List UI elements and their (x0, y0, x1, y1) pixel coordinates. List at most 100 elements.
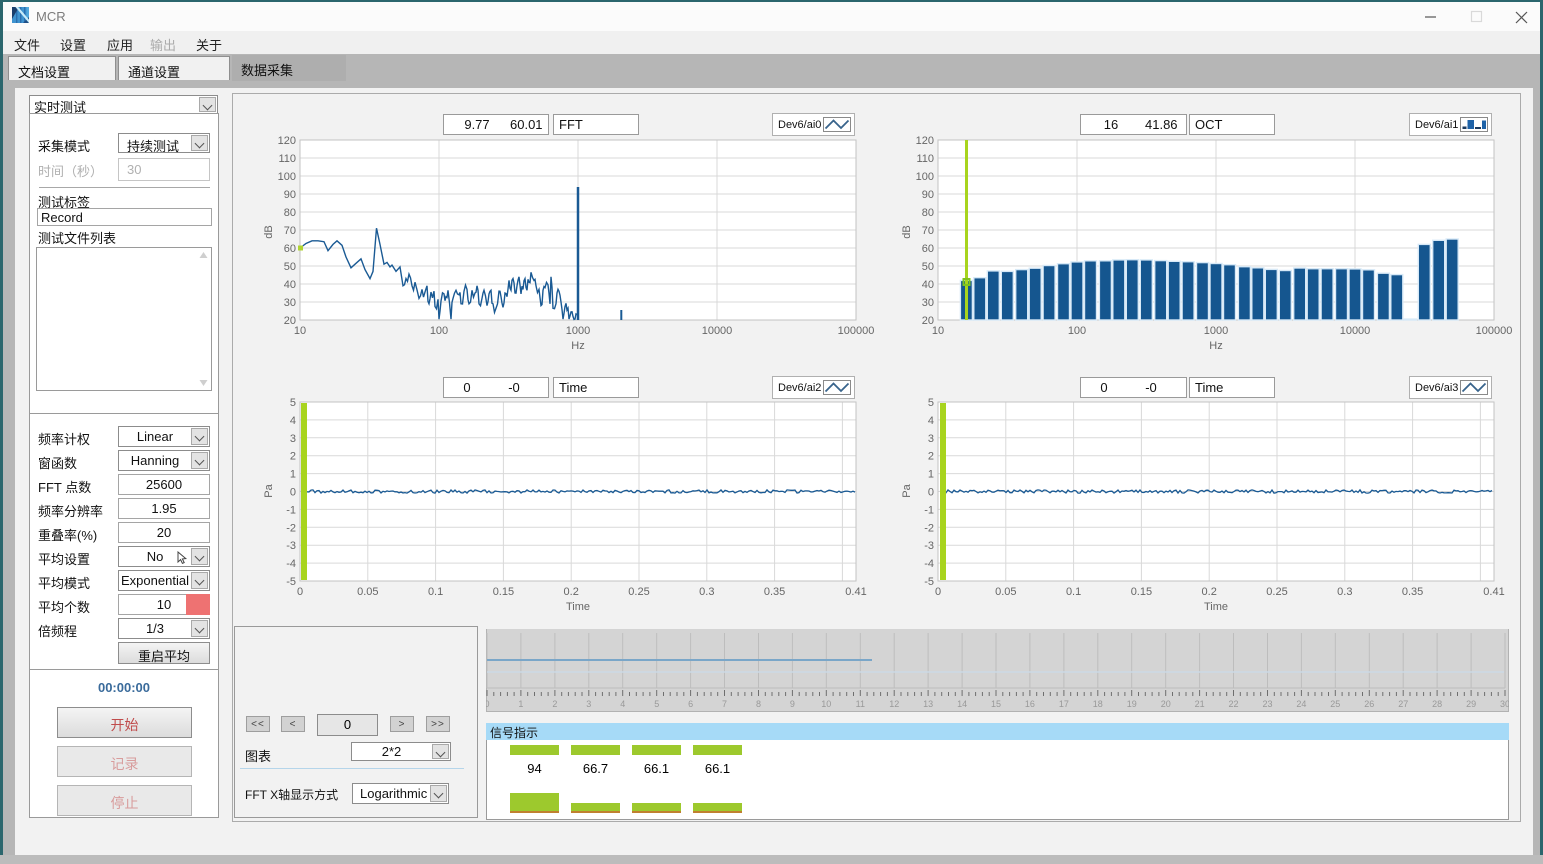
svg-text:0.2: 0.2 (1202, 586, 1217, 598)
svg-text:2: 2 (552, 699, 557, 709)
svg-text:Time: Time (1204, 601, 1228, 613)
svg-text:80: 80 (922, 207, 934, 219)
svg-text:0: 0 (297, 586, 303, 598)
svg-text:40: 40 (922, 279, 934, 291)
svg-text:2: 2 (928, 451, 934, 463)
svg-text:50: 50 (922, 261, 934, 273)
svg-text:0.15: 0.15 (493, 586, 514, 598)
svg-text:28: 28 (1432, 699, 1442, 709)
svg-text:0.41: 0.41 (1483, 586, 1504, 598)
svg-text:-1: -1 (286, 504, 296, 516)
svg-text:0.1: 0.1 (428, 586, 443, 598)
svg-text:3: 3 (586, 699, 591, 709)
svg-text:100000: 100000 (838, 325, 875, 337)
svg-text:60: 60 (284, 243, 296, 255)
svg-text:0.1: 0.1 (1066, 586, 1081, 598)
svg-text:5: 5 (290, 397, 296, 409)
svg-text:90: 90 (284, 189, 296, 201)
svg-text:27: 27 (1398, 699, 1408, 709)
svg-text:15: 15 (991, 699, 1001, 709)
svg-text:8: 8 (756, 699, 761, 709)
svg-text:100: 100 (430, 325, 448, 337)
svg-text:0.05: 0.05 (357, 586, 378, 598)
svg-text:120: 120 (278, 135, 296, 147)
svg-text:90: 90 (922, 189, 934, 201)
svg-text:dB: dB (263, 225, 275, 238)
svg-text:1: 1 (290, 469, 296, 481)
svg-text:0.05: 0.05 (995, 586, 1016, 598)
svg-text:dB: dB (901, 225, 913, 238)
svg-text:70: 70 (922, 225, 934, 237)
svg-text:-2: -2 (924, 522, 934, 534)
svg-text:120: 120 (916, 135, 934, 147)
svg-text:11: 11 (856, 699, 865, 709)
svg-text:0: 0 (290, 487, 296, 499)
svg-text:-5: -5 (924, 576, 934, 588)
svg-text:0.3: 0.3 (1337, 586, 1352, 598)
svg-text:21: 21 (1195, 699, 1205, 709)
svg-text:1000: 1000 (1204, 325, 1228, 337)
svg-text:-4: -4 (286, 558, 296, 570)
svg-text:Time: Time (566, 601, 590, 613)
svg-text:0.25: 0.25 (628, 586, 649, 598)
svg-text:-4: -4 (924, 558, 934, 570)
svg-text:10000: 10000 (1340, 325, 1371, 337)
svg-text:13: 13 (923, 699, 933, 709)
svg-text:0.35: 0.35 (1402, 586, 1423, 598)
svg-text:-5: -5 (286, 576, 296, 588)
svg-text:100: 100 (278, 171, 296, 183)
svg-text:3: 3 (928, 433, 934, 445)
svg-text:0.2: 0.2 (564, 586, 579, 598)
svg-text:1: 1 (928, 469, 934, 481)
svg-text:Pa: Pa (901, 483, 913, 497)
svg-text:5: 5 (928, 397, 934, 409)
svg-text:Pa: Pa (263, 483, 275, 497)
svg-text:40: 40 (284, 279, 296, 291)
svg-text:50: 50 (284, 261, 296, 273)
svg-text:Hz: Hz (571, 340, 584, 352)
svg-text:30: 30 (1500, 699, 1509, 709)
svg-text:-1: -1 (924, 504, 934, 516)
svg-text:4: 4 (928, 415, 934, 427)
svg-text:100: 100 (916, 171, 934, 183)
svg-text:1: 1 (518, 699, 523, 709)
svg-text:0: 0 (935, 586, 941, 598)
svg-text:110: 110 (278, 153, 296, 165)
svg-text:7: 7 (722, 699, 727, 709)
svg-text:10000: 10000 (702, 325, 733, 337)
svg-text:110: 110 (916, 153, 934, 165)
svg-text:0.35: 0.35 (764, 586, 785, 598)
svg-text:-3: -3 (924, 540, 934, 552)
svg-text:17: 17 (1059, 699, 1069, 709)
svg-text:22: 22 (1228, 699, 1238, 709)
svg-text:100000: 100000 (1476, 325, 1513, 337)
svg-text:20: 20 (1161, 699, 1171, 709)
svg-text:70: 70 (284, 225, 296, 237)
svg-text:-3: -3 (286, 540, 296, 552)
svg-text:26: 26 (1364, 699, 1374, 709)
svg-text:24: 24 (1296, 699, 1306, 709)
svg-text:2: 2 (290, 451, 296, 463)
svg-text:12: 12 (889, 699, 899, 709)
svg-text:0.25: 0.25 (1266, 586, 1287, 598)
svg-text:4: 4 (620, 699, 625, 709)
svg-text:0: 0 (486, 699, 490, 709)
svg-text:10: 10 (932, 325, 944, 337)
svg-text:-2: -2 (286, 522, 296, 534)
svg-text:23: 23 (1262, 699, 1272, 709)
svg-text:18: 18 (1093, 699, 1103, 709)
svg-text:60: 60 (922, 243, 934, 255)
svg-text:3: 3 (290, 433, 296, 445)
svg-text:Hz: Hz (1209, 340, 1222, 352)
svg-text:16: 16 (1025, 699, 1035, 709)
svg-text:0.41: 0.41 (845, 586, 866, 598)
svg-text:1000: 1000 (566, 325, 590, 337)
svg-text:100: 100 (1068, 325, 1086, 337)
svg-text:25: 25 (1330, 699, 1340, 709)
svg-text:19: 19 (1127, 699, 1137, 709)
svg-text:0.15: 0.15 (1131, 586, 1152, 598)
svg-text:30: 30 (922, 297, 934, 309)
svg-text:10: 10 (294, 325, 306, 337)
svg-text:29: 29 (1466, 699, 1476, 709)
svg-text:0: 0 (928, 487, 934, 499)
